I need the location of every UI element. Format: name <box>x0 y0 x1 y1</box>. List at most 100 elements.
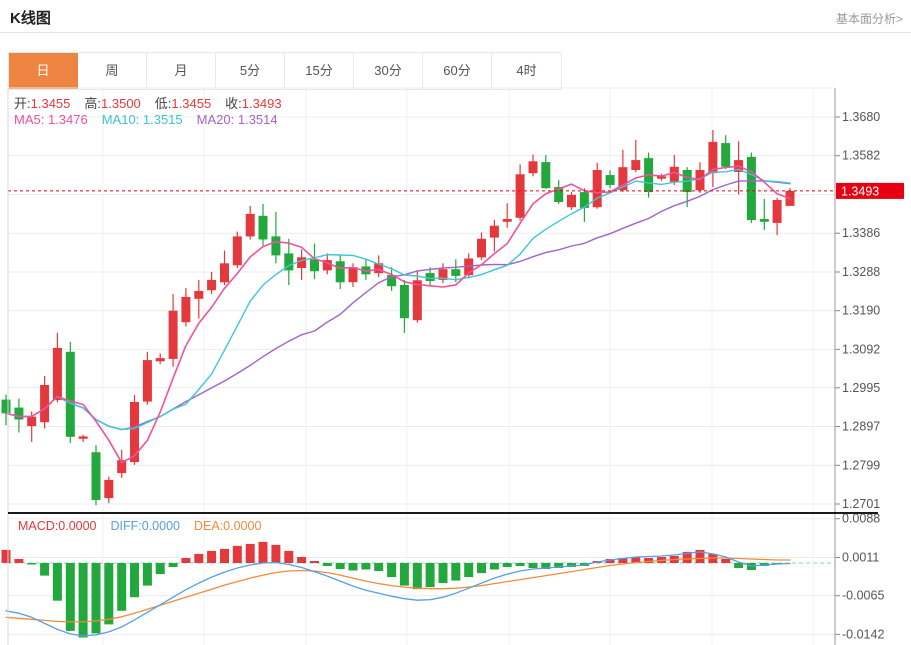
candle-body <box>169 311 178 359</box>
macd-bar <box>284 551 293 563</box>
ma-lines <box>6 166 790 463</box>
candle-body <box>490 226 499 238</box>
macd-bar <box>413 563 422 589</box>
diff-value: DIFF:0.0000 <box>111 519 180 533</box>
candle-body <box>156 358 165 361</box>
candle-body <box>181 297 190 322</box>
macd-bar <box>336 563 345 569</box>
candle-body <box>14 408 23 420</box>
candle-body <box>503 219 512 222</box>
candle-body <box>27 417 36 427</box>
macd-bar <box>40 563 49 576</box>
candle-body <box>477 239 486 258</box>
macd-bar <box>477 563 486 573</box>
macd-bar <box>503 563 512 567</box>
candle-body <box>271 236 280 255</box>
macd-bar <box>400 563 409 586</box>
candle-body <box>451 269 460 276</box>
low-value: 1.3455 <box>171 96 211 111</box>
macd-bar <box>66 563 75 631</box>
open-value: 1.3455 <box>31 96 71 111</box>
high-value: 1.3500 <box>101 96 141 111</box>
candle-body <box>721 143 730 167</box>
ma5-value: MA5: 1.3476 <box>14 112 88 127</box>
macd-bar <box>451 563 460 581</box>
ma20-value: MA20: 1.3514 <box>197 112 278 127</box>
candle-body <box>760 219 769 222</box>
ma10-line <box>6 169 790 429</box>
candle-body <box>259 216 268 240</box>
macd-bar <box>156 563 165 574</box>
close-value: 1.3493 <box>242 96 282 111</box>
price-axis-label: 1.2701 <box>842 497 880 511</box>
macd-bar <box>27 563 36 565</box>
macd-bar <box>361 563 370 570</box>
candle-body <box>79 436 88 438</box>
candle-body <box>2 400 11 414</box>
candle-body <box>92 452 101 500</box>
candle-body <box>541 162 550 188</box>
macd-bar <box>426 563 435 587</box>
macd-bar <box>721 559 730 563</box>
price-axis-label: 1.3386 <box>842 226 880 240</box>
candle-body <box>66 352 75 437</box>
macd-bar <box>246 544 255 563</box>
candle-body <box>426 273 435 281</box>
candle-body <box>413 280 422 320</box>
candle-body <box>606 175 615 185</box>
candle-body <box>194 291 203 299</box>
macd-bar <box>14 559 23 563</box>
open-label: 开: <box>14 96 31 111</box>
macd-bar <box>374 563 383 571</box>
panel-separator <box>8 512 878 514</box>
candle-body <box>747 157 756 220</box>
candle-body <box>40 385 49 422</box>
macd-bar <box>516 563 525 566</box>
macd-bar <box>79 563 88 638</box>
price-axis: 1.34931.36801.35821.33861.32881.31901.30… <box>8 88 904 645</box>
macd-axis-label: -0.0142 <box>842 627 884 641</box>
macd-bar <box>92 563 101 633</box>
macd-bar <box>529 563 538 568</box>
candle-body <box>516 174 525 218</box>
candle-body <box>297 257 306 268</box>
macd-bar <box>490 563 499 570</box>
candle-body <box>53 348 62 400</box>
candle-body <box>567 195 576 207</box>
macd-bar <box>181 558 190 563</box>
candle-body <box>143 360 152 402</box>
candle-body <box>773 200 782 223</box>
candle-body <box>246 214 255 237</box>
candle-body <box>631 160 640 170</box>
macd-axis-label: 0.0011 <box>842 551 879 565</box>
macd-bar <box>169 563 178 567</box>
macd-bar <box>387 563 396 577</box>
candlestick-series <box>2 130 795 505</box>
price-axis-label: 1.3288 <box>842 265 880 279</box>
macd-info-bar: MACD:0.0000 DIFF:0.0000 DEA:0.0000 <box>18 519 261 533</box>
ma20-line <box>6 181 790 430</box>
candle-body <box>104 480 113 498</box>
macd-bar <box>297 557 306 563</box>
macd-bar <box>143 563 152 586</box>
price-axis-label: 1.3092 <box>842 342 880 356</box>
low-label: 低: <box>155 96 172 111</box>
price-axis-label: 1.2799 <box>842 458 880 472</box>
candle-body <box>400 285 409 318</box>
macd-bar <box>117 563 126 611</box>
macd-bar <box>207 551 216 563</box>
high-label: 高: <box>84 96 101 111</box>
dea-value: DEA:0.0000 <box>194 519 261 533</box>
candle-body <box>529 161 538 173</box>
macd-bar <box>130 563 139 597</box>
macd-bar <box>220 549 229 563</box>
price-axis-label: 1.2995 <box>842 381 880 395</box>
price-axis-label: 1.3190 <box>842 304 880 318</box>
macd-bar <box>734 563 743 568</box>
ma10-value: MA10: 1.3515 <box>102 112 183 127</box>
macd-bar <box>349 563 358 571</box>
ma5-line <box>6 166 790 463</box>
macd-axis-label: -0.0065 <box>842 589 884 603</box>
macd-value: MACD:0.0000 <box>18 519 97 533</box>
price-axis-label: 1.3582 <box>842 149 880 163</box>
